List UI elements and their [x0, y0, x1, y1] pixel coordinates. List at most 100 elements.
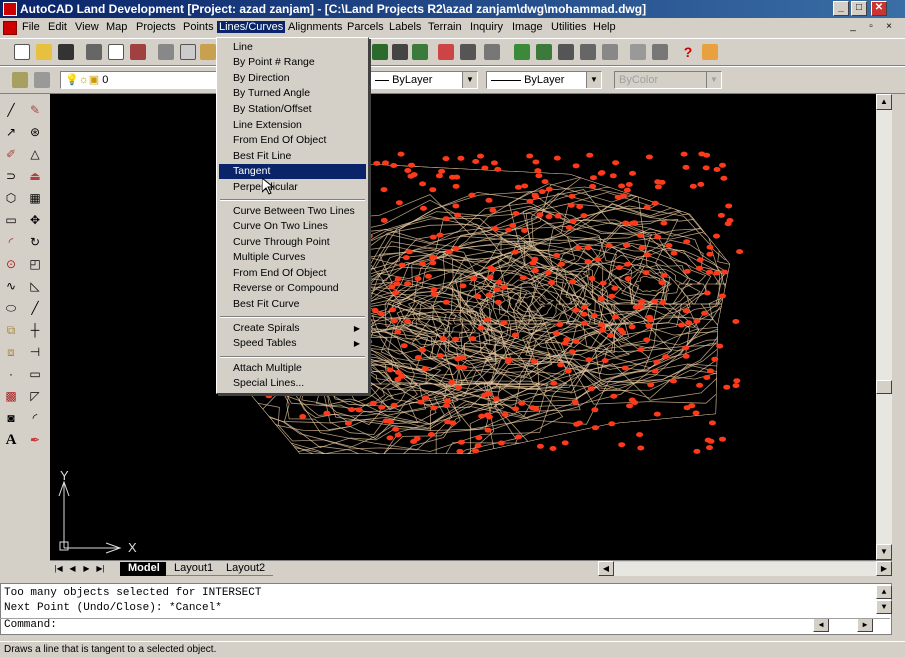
break-icon[interactable]: ▭ — [27, 366, 43, 382]
pan-icon[interactable] — [514, 44, 530, 60]
spline-icon[interactable]: ∿ — [3, 278, 19, 294]
minimize-button[interactable]: _ — [833, 1, 849, 16]
color-combo[interactable]: ByColor ▼ — [614, 71, 722, 89]
save-icon[interactable] — [58, 44, 74, 60]
menu-file[interactable]: File — [20, 21, 42, 33]
rectangle-icon[interactable]: ▭ — [3, 212, 19, 228]
print-icon[interactable] — [86, 44, 102, 60]
maximize-button[interactable]: □ — [851, 1, 867, 16]
insert-block-icon[interactable]: ⧉ — [3, 322, 19, 338]
cmd-scroll-right-button[interactable]: ▶ — [857, 618, 873, 632]
polyline-icon[interactable]: ✐ — [3, 146, 19, 162]
menu-curve-through-point[interactable]: Curve Through Point — [219, 235, 366, 250]
menu-line[interactable]: Line — [219, 40, 366, 55]
paste-icon[interactable] — [200, 44, 216, 60]
menu-line-extension[interactable]: Line Extension — [219, 118, 366, 133]
trim-icon[interactable]: ┼ — [27, 322, 43, 338]
cmd-scroll-left-button[interactable]: ◀ — [813, 618, 829, 632]
menu-from-end-of-object[interactable]: From End Of Object — [219, 133, 366, 148]
menu-projects[interactable]: Projects — [134, 21, 178, 33]
menu-curve-from-end-of-object[interactable]: From End Of Object — [219, 266, 366, 281]
menu-points[interactable]: Points — [181, 21, 216, 33]
distance-icon[interactable] — [438, 44, 454, 60]
menu-help[interactable]: Help — [591, 21, 618, 33]
tool-icon-4[interactable] — [484, 44, 500, 60]
menu-inquiry[interactable]: Inquiry — [468, 21, 505, 33]
close-button[interactable]: ✕ — [871, 1, 887, 16]
menu-by-point-range[interactable]: By Point # Range — [219, 55, 366, 70]
autocad-app-icon[interactable] — [3, 2, 17, 16]
layer-previous-icon[interactable] — [34, 72, 50, 88]
array-icon[interactable]: ▦ — [27, 190, 43, 206]
command-window[interactable]: Too many objects selected for INTERSECT … — [0, 583, 892, 635]
menu-edit[interactable]: Edit — [46, 21, 69, 33]
hexagon-icon[interactable]: ⬡ — [3, 190, 19, 206]
stretch-icon[interactable]: ◺ — [27, 278, 43, 294]
scroll-down-button[interactable]: ▼ — [876, 544, 892, 560]
fillet-icon[interactable]: ◜ — [27, 410, 43, 426]
zoom-previous-icon[interactable] — [580, 44, 596, 60]
polygon-icon[interactable]: ⊃ — [3, 168, 19, 184]
menu-labels[interactable]: Labels — [387, 21, 423, 33]
move-icon[interactable]: ✥ — [27, 212, 43, 228]
design-center-icon[interactable] — [652, 44, 668, 60]
menu-best-fit-curve[interactable]: Best Fit Curve — [219, 297, 366, 312]
menu-lines-curves[interactable]: Lines/Curves — [217, 21, 286, 33]
cmd-scroll-up-button[interactable]: ▲ — [876, 585, 892, 599]
menu-image[interactable]: Image — [510, 21, 545, 33]
command-prompt[interactable]: Command: — [4, 619, 57, 631]
menu-curve-on-two-lines[interactable]: Curve On Two Lines — [219, 219, 366, 234]
menu-create-spirals[interactable]: Create Spirals ▶ — [219, 321, 366, 336]
menu-speed-tables[interactable]: Speed Tables ▶ — [219, 336, 366, 351]
layer-manager-icon[interactable] — [12, 72, 28, 88]
scroll-up-button[interactable]: ▲ — [876, 94, 892, 110]
layer-combo[interactable]: 💡☼▣ 0 — [60, 71, 220, 89]
help-icon[interactable]: ? — [680, 44, 696, 60]
scroll-right-button[interactable]: ▶ — [876, 561, 892, 576]
tab-layout2[interactable]: Layout2 — [218, 562, 274, 576]
menu-special-lines[interactable]: Special Lines... — [219, 376, 366, 391]
scroll-left-button[interactable]: ◀ — [598, 561, 614, 576]
find-icon[interactable] — [130, 44, 146, 60]
rotate-icon[interactable]: ↻ — [27, 234, 43, 250]
vertical-scrollbar[interactable]: ▲ ▼ — [876, 94, 892, 560]
copy-icon[interactable] — [180, 44, 196, 60]
circle-icon[interactable]: ⊙ — [3, 256, 19, 272]
copy-object-icon[interactable]: ⊛ — [27, 124, 43, 140]
menu-by-station-offset[interactable]: By Station/Offset — [219, 102, 366, 117]
tab-layout1[interactable]: Layout1 — [166, 562, 222, 576]
menu-best-fit-line[interactable]: Best Fit Line — [219, 149, 366, 164]
region-icon[interactable]: ◙ — [3, 410, 19, 426]
chamfer-icon[interactable]: ◸ — [27, 388, 43, 404]
menu-reverse-or-compound[interactable]: Reverse or Compound — [219, 281, 366, 296]
menu-terrain[interactable]: Terrain — [426, 21, 464, 33]
extend-icon[interactable]: ⊣ — [27, 344, 43, 360]
point-icon[interactable]: · — [3, 366, 19, 382]
drawing-canvas[interactable]: Y X — [50, 94, 876, 560]
menu-attach-multiple[interactable]: Attach Multiple — [219, 361, 366, 376]
explode-icon[interactable]: ✒ — [27, 432, 43, 448]
linetype-combo[interactable]: ByLayer ▼ — [370, 71, 478, 89]
make-block-icon[interactable]: ⧈ — [3, 344, 19, 360]
menu-parcels[interactable]: Parcels — [345, 21, 386, 33]
multiline-text-icon[interactable]: A — [3, 432, 19, 448]
tool-icon-3[interactable] — [412, 44, 428, 60]
line-icon[interactable]: ╱ — [3, 102, 19, 118]
doc-close-button[interactable]: × — [882, 21, 896, 34]
erase-icon[interactable]: ✎ — [27, 102, 43, 118]
tool-icon-1[interactable] — [372, 44, 388, 60]
offset-icon[interactable]: ⏏ — [27, 168, 43, 184]
hatch-icon[interactable]: ▩ — [3, 388, 19, 404]
cut-icon[interactable] — [158, 44, 174, 60]
tool-icon-2[interactable] — [392, 44, 408, 60]
mirror-icon[interactable]: △ — [27, 146, 43, 162]
menu-view[interactable]: View — [73, 21, 101, 33]
tab-next-icon[interactable]: ▶ — [80, 562, 93, 576]
open-icon[interactable] — [36, 44, 52, 60]
menu-by-turned-angle[interactable]: By Turned Angle — [219, 86, 366, 101]
print-preview-icon[interactable] — [108, 44, 124, 60]
menu-by-direction[interactable]: By Direction — [219, 71, 366, 86]
construction-line-icon[interactable]: ↗ — [3, 124, 19, 140]
tab-model[interactable]: Model — [120, 562, 168, 576]
menu-curve-between-two-lines[interactable]: Curve Between Two Lines — [219, 204, 366, 219]
